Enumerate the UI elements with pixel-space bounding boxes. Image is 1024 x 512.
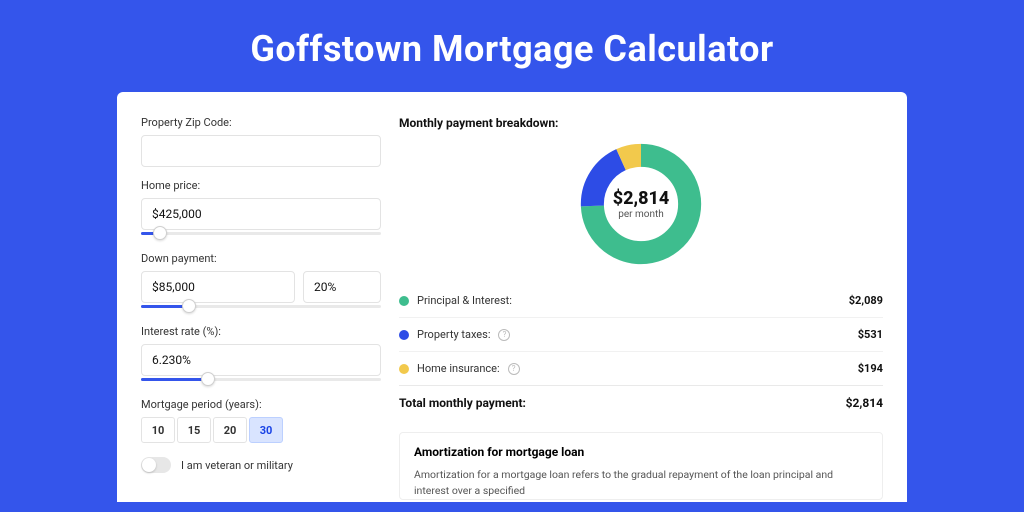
- donut-center-value: $2,814: [613, 188, 670, 209]
- help-icon[interactable]: ?: [498, 329, 510, 341]
- inputs-panel: Property Zip Code: Home price: Down paym…: [141, 116, 381, 502]
- legend-label: Property taxes:: [417, 328, 490, 341]
- period-label: Mortgage period (years):: [141, 398, 381, 411]
- home-price-slider[interactable]: [141, 228, 381, 240]
- down-payment-label: Down payment:: [141, 252, 381, 265]
- veteran-toggle[interactable]: [141, 457, 171, 473]
- legend-label: Home insurance:: [417, 362, 500, 375]
- veteran-label: I am veteran or military: [181, 459, 293, 472]
- home-price-label: Home price:: [141, 179, 381, 192]
- veteran-row: I am veteran or military: [141, 457, 381, 473]
- breakdown-title: Monthly payment breakdown:: [399, 116, 883, 130]
- home-price-group: Home price:: [141, 179, 381, 240]
- period-option-10[interactable]: 10: [141, 417, 175, 443]
- donut-chart: $2,814 per month: [577, 140, 705, 268]
- zip-group: Property Zip Code:: [141, 116, 381, 167]
- period-option-20[interactable]: 20: [213, 417, 247, 443]
- donut-center-sub: per month: [618, 209, 664, 220]
- legend-dot: [399, 296, 409, 306]
- legend-value: $531: [858, 328, 883, 341]
- zip-label: Property Zip Code:: [141, 116, 381, 129]
- interest-label: Interest rate (%):: [141, 325, 381, 338]
- legend-value: $194: [858, 362, 883, 375]
- donut-chart-wrap: $2,814 per month: [399, 140, 883, 268]
- down-payment-percent-input[interactable]: [303, 271, 381, 303]
- slider-thumb[interactable]: [153, 226, 167, 240]
- total-row: Total monthly payment: $2,814: [399, 385, 883, 420]
- down-payment-slider[interactable]: [141, 301, 381, 313]
- home-price-input[interactable]: [141, 198, 381, 230]
- legend: Principal & Interest: $2,089 Property taxe…: [399, 284, 883, 385]
- legend-dot: [399, 364, 409, 374]
- interest-input[interactable]: [141, 344, 381, 376]
- breakdown-panel: Monthly payment breakdown: $2,814 per mo…: [399, 116, 883, 502]
- legend-row: Home insurance:? $194: [399, 351, 883, 385]
- help-icon[interactable]: ?: [508, 363, 520, 375]
- calculator-card: Property Zip Code: Home price: Down paym…: [117, 92, 907, 502]
- amortization-body: Amortization for a mortgage loan refers …: [414, 467, 868, 499]
- period-option-15[interactable]: 15: [177, 417, 211, 443]
- slider-thumb[interactable]: [201, 372, 215, 386]
- zip-input[interactable]: [141, 135, 381, 167]
- legend-row: Principal & Interest: $2,089: [399, 284, 883, 317]
- legend-value: $2,089: [849, 294, 883, 307]
- period-group: Mortgage period (years): 10152030: [141, 398, 381, 443]
- amortization-card: Amortization for mortgage loan Amortizat…: [399, 432, 883, 500]
- period-option-30[interactable]: 30: [249, 417, 283, 443]
- down-payment-amount-input[interactable]: [141, 271, 295, 303]
- interest-slider[interactable]: [141, 374, 381, 386]
- down-payment-group: Down payment:: [141, 252, 381, 313]
- page-title: Goffstown Mortgage Calculator: [0, 0, 1024, 92]
- legend-dot: [399, 330, 409, 340]
- interest-group: Interest rate (%):: [141, 325, 381, 386]
- legend-label: Principal & Interest:: [417, 294, 512, 307]
- slider-thumb[interactable]: [182, 299, 196, 313]
- total-label: Total monthly payment:: [399, 396, 526, 410]
- legend-row: Property taxes:? $531: [399, 317, 883, 351]
- amortization-title: Amortization for mortgage loan: [414, 445, 868, 459]
- period-options: 10152030: [141, 417, 381, 443]
- total-value: $2,814: [846, 396, 883, 410]
